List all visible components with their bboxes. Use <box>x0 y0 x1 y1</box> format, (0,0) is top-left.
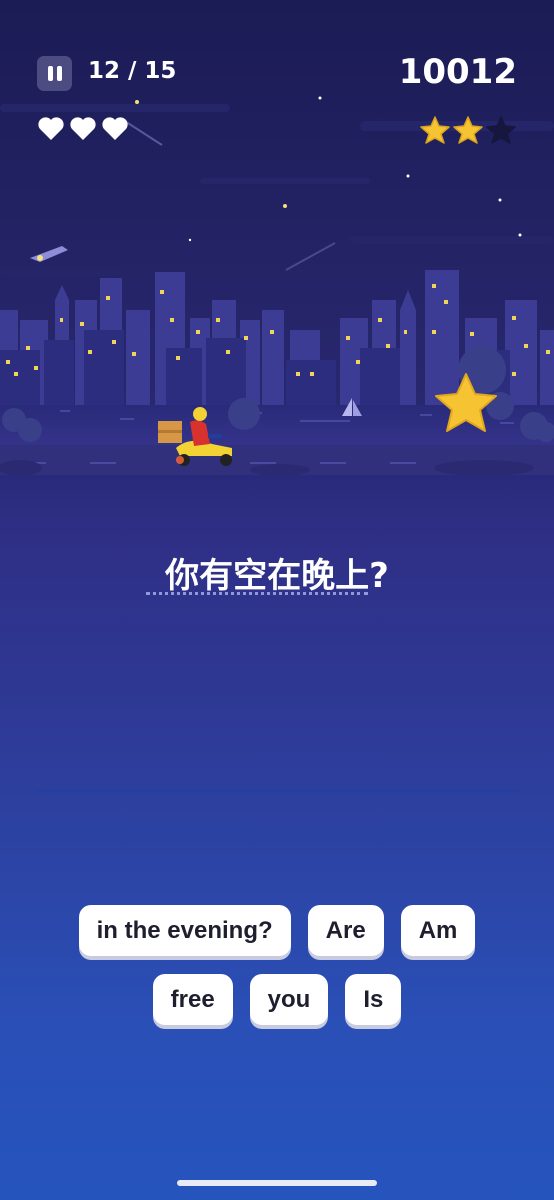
question-prompt[interactable]: 你有空在晚上? <box>0 548 554 597</box>
star-filled-icon <box>453 116 483 144</box>
word-chip[interactable]: you <box>249 974 329 1025</box>
word-chip[interactable]: Is <box>345 974 402 1025</box>
pause-button[interactable] <box>37 56 72 91</box>
lives-indicator <box>37 116 129 141</box>
star-filled-icon <box>420 116 450 144</box>
word-chip[interactable]: free <box>152 974 233 1025</box>
prompt-hint-underline <box>146 592 368 595</box>
question-progress: 12 / 15 <box>88 58 177 84</box>
word-bank: in the evening? Are Am free you Is <box>0 905 554 1043</box>
word-chip[interactable]: Am <box>400 905 476 956</box>
answer-line <box>36 790 518 792</box>
heart-icon <box>102 117 128 140</box>
heart-icon <box>38 117 64 140</box>
home-indicator[interactable] <box>177 1180 377 1186</box>
star-empty-icon <box>486 116 516 144</box>
word-chip[interactable]: in the evening? <box>78 905 291 956</box>
score-display: 10012 <box>398 52 517 92</box>
stars-rating <box>420 116 516 144</box>
word-chip[interactable]: Are <box>307 905 384 956</box>
pause-icon <box>47 66 53 81</box>
heart-icon <box>70 117 96 140</box>
